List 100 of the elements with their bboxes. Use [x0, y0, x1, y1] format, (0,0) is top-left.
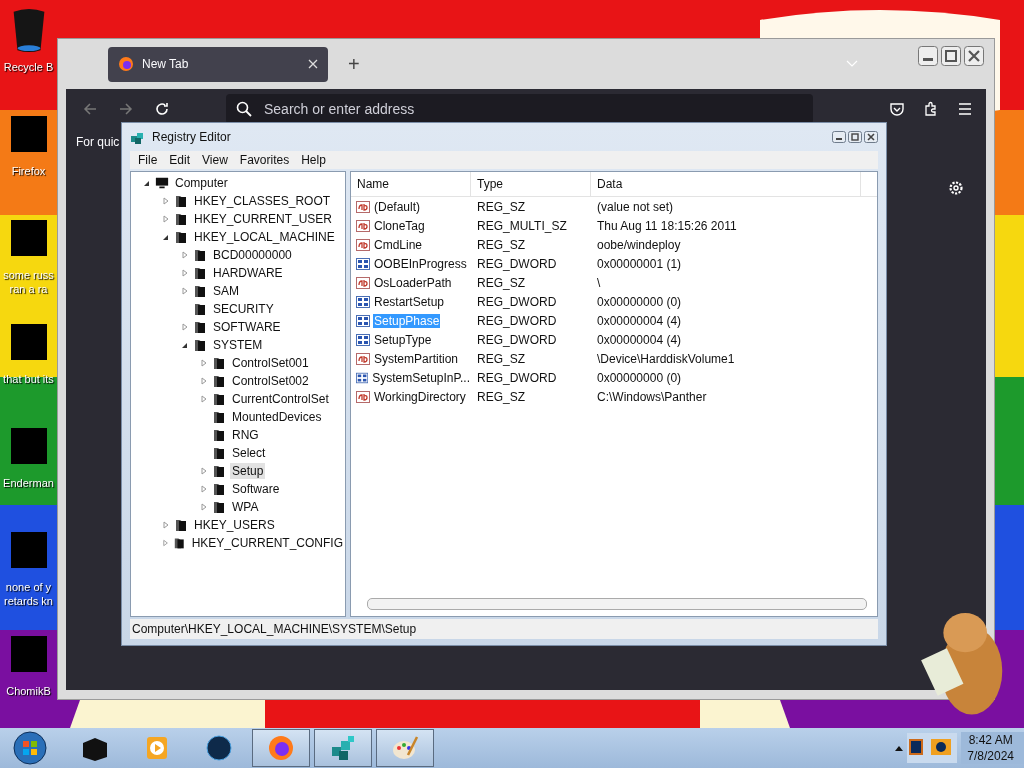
- globe-icon: [204, 733, 234, 763]
- tree-item[interactable]: Setup: [230, 463, 266, 479]
- pocket-icon[interactable]: [889, 101, 905, 117]
- tray-icons[interactable]: [907, 733, 958, 763]
- menu-item[interactable]: File: [132, 153, 164, 167]
- address-bar[interactable]: Search or enter address: [226, 94, 813, 124]
- icon-label: Enderman: [3, 476, 54, 490]
- expand-icon[interactable]: [181, 251, 189, 259]
- expand-icon[interactable]: [162, 521, 170, 529]
- expand-icon[interactable]: [181, 287, 189, 295]
- menu-item[interactable]: Help: [295, 153, 332, 167]
- collapse-icon[interactable]: [181, 341, 189, 349]
- menu-item[interactable]: Edit: [163, 153, 197, 167]
- value-name[interactable]: SystemPartition: [373, 351, 460, 366]
- address-field[interactable]: Search or enter address: [262, 100, 666, 118]
- taskbar-button[interactable]: [314, 729, 372, 767]
- expand-icon[interactable]: [200, 503, 208, 511]
- value-name[interactable]: (Default): [373, 199, 421, 214]
- tree-item[interactable]: SAM: [211, 283, 241, 299]
- tree-item[interactable]: MountedDevices: [230, 409, 324, 425]
- folder-icon: [212, 410, 226, 424]
- folder-icon: [193, 302, 207, 316]
- value-data: C:\Windows\Panther: [596, 389, 708, 404]
- start-button[interactable]: [12, 730, 48, 766]
- expand-icon[interactable]: [200, 485, 208, 493]
- extensions-icon[interactable]: [923, 101, 939, 117]
- binary-value-icon: [356, 370, 369, 385]
- expand-icon[interactable]: [181, 269, 189, 277]
- collapse-icon[interactable]: [143, 179, 151, 187]
- column-header[interactable]: Type: [471, 172, 591, 196]
- tree-item[interactable]: ControlSet001: [230, 355, 311, 371]
- close-icon[interactable]: [864, 131, 878, 143]
- value-type: REG_DWORD: [476, 313, 558, 328]
- expand-icon[interactable]: [181, 323, 189, 331]
- maximize-icon[interactable]: [848, 131, 862, 143]
- tree-item[interactable]: HKEY_CURRENT_USER: [192, 211, 335, 227]
- expand-icon[interactable]: [162, 197, 170, 205]
- value-name[interactable]: RestartSetup: [373, 294, 446, 309]
- tree-item[interactable]: HKEY_CLASSES_ROOT: [192, 193, 333, 209]
- close-icon[interactable]: [964, 46, 984, 66]
- minimize-icon[interactable]: [832, 131, 846, 143]
- firefox-icon: [266, 733, 296, 763]
- tree-item[interactable]: Computer: [173, 175, 230, 191]
- tree-item[interactable]: Select: [230, 445, 268, 461]
- folder-icon: [212, 392, 226, 406]
- value-data: 0x00000001 (1): [596, 256, 683, 271]
- value-name[interactable]: SetupType: [373, 332, 433, 347]
- value-data: 0x00000000 (0): [596, 294, 683, 309]
- horizontal-scrollbar[interactable]: [367, 598, 867, 610]
- back-icon[interactable]: [82, 101, 98, 117]
- clock-date[interactable]: 7/8/2024: [967, 748, 1014, 764]
- tree-item[interactable]: HKEY_LOCAL_MACHINE: [192, 229, 337, 245]
- tree-item[interactable]: SOFTWARE: [211, 319, 283, 335]
- expand-icon[interactable]: [200, 467, 208, 475]
- tree-item[interactable]: RNG: [230, 427, 261, 443]
- tree-item[interactable]: SYSTEM: [211, 337, 265, 353]
- tree-item[interactable]: Software: [230, 481, 282, 497]
- column-header[interactable]: Data: [591, 172, 861, 196]
- window-title: Registry Editor: [152, 130, 232, 144]
- tree-item[interactable]: HKEY_CURRENT_CONFIG: [189, 535, 345, 551]
- reload-icon[interactable]: [154, 101, 170, 117]
- expand-icon[interactable]: [200, 359, 208, 367]
- tree-item[interactable]: HARDWARE: [211, 265, 285, 281]
- value-name[interactable]: CloneTag: [373, 218, 426, 233]
- minimize-icon[interactable]: [918, 46, 938, 66]
- string-value-icon: [356, 389, 370, 404]
- value-name[interactable]: OsLoaderPath: [373, 275, 453, 290]
- icon-label: some russ: [3, 268, 54, 282]
- expand-icon[interactable]: [200, 377, 208, 385]
- tree-item[interactable]: CurrentControlSet: [230, 391, 331, 407]
- value-name[interactable]: CmdLine: [373, 237, 424, 252]
- tree-item[interactable]: BCD00000000: [211, 247, 294, 263]
- menu-icon[interactable]: [957, 101, 973, 117]
- collapse-icon[interactable]: [162, 233, 170, 241]
- show-hidden-icon[interactable]: [895, 745, 904, 751]
- expand-icon[interactable]: [162, 215, 170, 223]
- tree-item[interactable]: SECURITY: [211, 301, 276, 317]
- shortcuts-hint: For quic: [76, 135, 120, 149]
- value-name[interactable]: WorkingDirectory: [373, 389, 467, 404]
- tree-item[interactable]: WPA: [230, 499, 261, 515]
- tree-item[interactable]: HKEY_USERS: [192, 517, 277, 533]
- menu-item[interactable]: Favorites: [233, 153, 296, 167]
- value-type: REG_DWORD: [476, 294, 558, 309]
- folder-icon: [212, 428, 226, 442]
- expand-icon[interactable]: [200, 395, 208, 403]
- tree-item[interactable]: ControlSet002: [230, 373, 311, 389]
- maximize-icon[interactable]: [941, 46, 961, 66]
- settings-icon[interactable]: [948, 180, 964, 196]
- menu-item[interactable]: View: [196, 153, 234, 167]
- forward-icon[interactable]: [118, 101, 134, 117]
- value-name[interactable]: OOBEInProgress: [373, 256, 468, 271]
- value-type: REG_SZ: [476, 199, 526, 214]
- value-name[interactable]: SystemSetupInP...: [371, 370, 471, 385]
- value-type: REG_SZ: [476, 237, 526, 252]
- column-header[interactable]: Name: [351, 172, 471, 196]
- clock-time[interactable]: 8:42 AM: [968, 732, 1013, 748]
- new-tab-button[interactable]: +: [342, 51, 366, 77]
- browser-tab[interactable]: New Tab: [108, 46, 328, 82]
- folder-icon: [193, 320, 207, 334]
- value-data: \: [596, 275, 602, 290]
